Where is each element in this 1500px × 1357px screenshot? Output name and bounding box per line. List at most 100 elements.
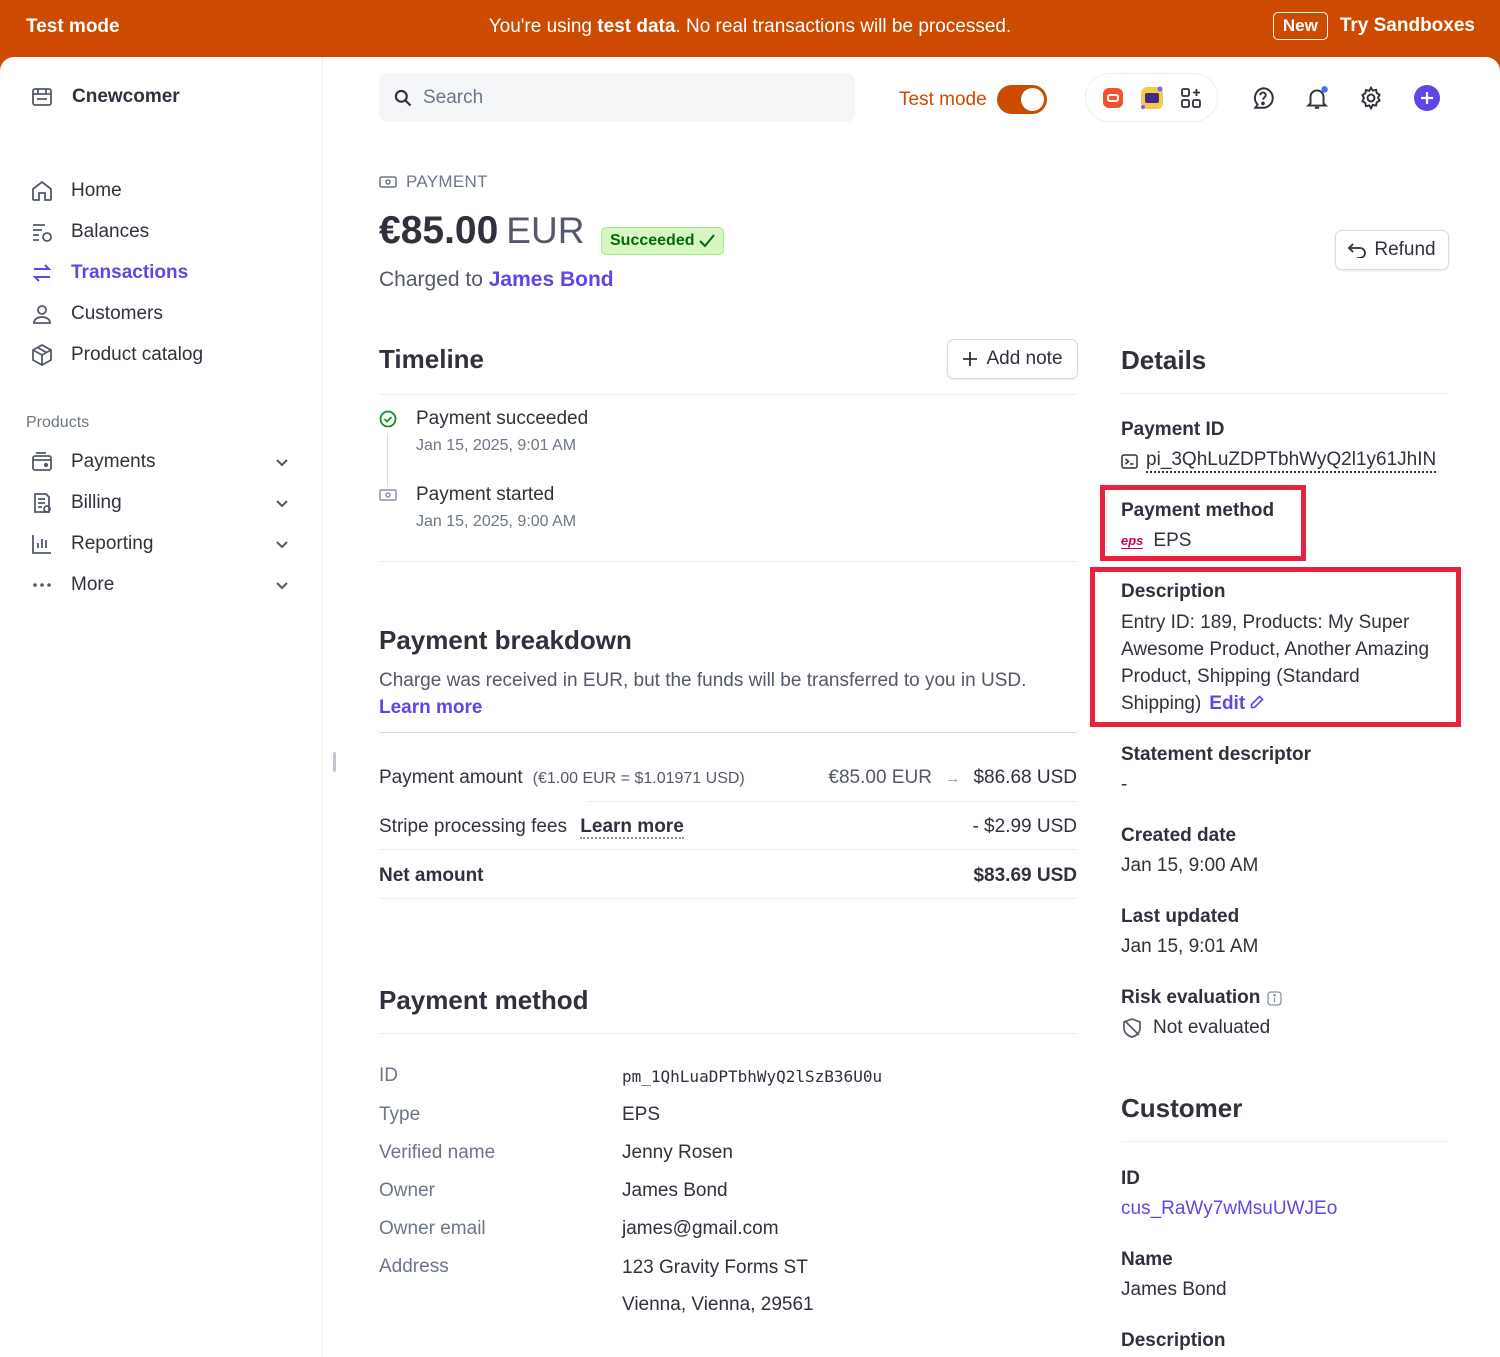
timeline-connector <box>387 433 388 487</box>
ellipsis-icon <box>33 582 51 587</box>
processing-fees-row: Stripe processing fees Learn more - $2.9… <box>379 816 1077 839</box>
app-grid-icon[interactable] <box>1179 86 1203 110</box>
divider <box>586 801 1077 802</box>
store-icon <box>32 88 52 106</box>
pm-owner-value: James Bond <box>622 1180 728 1201</box>
wallet-icon <box>32 451 52 471</box>
customer-description-label: Description <box>1121 1330 1226 1351</box>
charged-to: Charged to James Bond <box>379 268 614 291</box>
divider <box>1121 1141 1449 1142</box>
pm-address-key: Address <box>379 1256 449 1277</box>
new-badge: New <box>1272 12 1328 40</box>
sidebar-item-more[interactable]: More <box>30 564 300 605</box>
search-bar[interactable] <box>379 73 855 122</box>
pm-id-key: ID <box>379 1065 398 1086</box>
sidebar-item-product-catalog[interactable]: Product catalog <box>30 334 300 375</box>
chevron-down-icon <box>276 459 288 467</box>
app-red-icon[interactable] <box>1101 86 1125 110</box>
description-label: Description <box>1121 581 1226 602</box>
shield-slash-icon <box>1123 1018 1141 1038</box>
home-icon <box>32 180 52 201</box>
chevron-down-icon <box>276 541 288 549</box>
payment-method-label: Payment method <box>1121 500 1275 521</box>
customer-title: Customer <box>1121 1093 1243 1123</box>
dashboard: Cnewcomer Home Balances Transactions Cus… <box>0 57 1500 1357</box>
divider <box>1121 393 1449 394</box>
learn-more-link[interactable]: Learn more <box>379 694 1026 721</box>
terminal-icon <box>1121 453 1138 469</box>
sidebar: Cnewcomer Home Balances Transactions Cus… <box>0 57 323 1357</box>
created-date-label: Created date <box>1121 825 1237 846</box>
created-date-value: Jan 15, 9:00 AM <box>1121 855 1259 876</box>
pm-email-value: james@gmail.com <box>622 1218 779 1239</box>
payment-method-title: Payment method <box>379 985 589 1015</box>
breakdown-description: Charge was received in EUR, but the fund… <box>379 667 1026 721</box>
sidebar-item-reporting[interactable]: Reporting <box>30 523 300 564</box>
account-switcher[interactable]: Cnewcomer <box>30 85 180 109</box>
notification-bell-icon[interactable] <box>1304 85 1330 111</box>
pm-type-key: Type <box>379 1104 421 1125</box>
sidebar-item-customers[interactable]: Customers <box>30 293 300 334</box>
customer-link[interactable]: James Bond <box>489 268 614 291</box>
pm-address-line1: 123 Gravity Forms ST <box>622 1257 808 1278</box>
statement-descriptor-value: - <box>1121 774 1128 795</box>
refund-button[interactable]: Refund <box>1335 230 1449 270</box>
risk-evaluation-label: Risk evaluation <box>1121 987 1283 1009</box>
eps-logo: eps <box>1121 532 1144 549</box>
search-icon <box>394 89 412 106</box>
plus-icon <box>963 352 978 366</box>
net-amount-row: Net amount $83.69 USD <box>379 865 1077 886</box>
products-nav: Payments Billing Reporting More <box>30 441 300 605</box>
sidebar-item-balances[interactable]: Balances <box>30 211 300 252</box>
account-name: Cnewcomer <box>72 86 180 107</box>
add-note-button[interactable]: Add note <box>947 339 1078 379</box>
products-section-label: Products <box>26 414 90 431</box>
test-mode-toggle[interactable]: Test mode <box>899 85 1047 114</box>
customer-id-label: ID <box>1121 1168 1140 1189</box>
try-sandboxes-link[interactable]: Try Sandboxes <box>1340 15 1475 37</box>
search-input[interactable] <box>423 86 823 109</box>
refund-icon <box>1348 243 1367 258</box>
payment-id[interactable]: pi_3QhLuZDPTbhWyQ2l1y61JhIN <box>1121 449 1437 473</box>
sidebar-item-payments[interactable]: Payments <box>30 441 300 482</box>
status-badge: Succeeded <box>601 227 725 255</box>
pm-address-line2: Vienna, Vienna, 29561 <box>622 1294 814 1315</box>
divider <box>379 394 1077 395</box>
apps-group <box>1085 73 1218 122</box>
customer-name-label: Name <box>1121 1249 1173 1270</box>
customer-id-link[interactable]: cus_RaWy7wMsuUWJEo <box>1121 1198 1337 1220</box>
box-icon <box>32 343 52 366</box>
fees-learn-more-link[interactable]: Learn more <box>580 816 684 839</box>
payment-amount-row: Payment amount (€1.00 EUR = $1.01971 USD)… <box>379 767 1077 788</box>
payment-icon <box>379 489 397 501</box>
try-sandboxes[interactable]: New Try Sandboxes <box>1272 12 1475 40</box>
description-value: Entry ID: 189, Products: My Super Awesom… <box>1121 612 1430 714</box>
pencil-icon <box>1251 695 1265 709</box>
sidebar-item-transactions[interactable]: Transactions <box>30 252 300 293</box>
details-title: Details <box>1121 345 1207 375</box>
chevron-down-icon <box>276 582 288 590</box>
statement-descriptor-label: Statement descriptor <box>1121 744 1312 765</box>
gear-icon[interactable] <box>1358 85 1384 111</box>
last-updated-label: Last updated <box>1121 906 1240 927</box>
pm-email-key: Owner email <box>379 1218 486 1239</box>
test-mode-label: Test mode <box>899 88 987 110</box>
sidebar-resize-handle[interactable] <box>333 752 336 772</box>
edit-description-link[interactable]: Edit <box>1209 693 1265 714</box>
chevron-down-icon <box>276 500 288 508</box>
test-mode-switch[interactable] <box>996 85 1047 114</box>
app-sparkle-icon[interactable] <box>1138 84 1166 112</box>
help-icon[interactable] <box>1250 85 1276 111</box>
payment-breakdown-title: Payment breakdown <box>379 625 632 655</box>
payment-icon <box>379 176 397 188</box>
success-circle-icon <box>379 410 397 428</box>
sidebar-item-home[interactable]: Home <box>30 170 300 211</box>
breadcrumb: PAYMENT <box>379 172 488 192</box>
add-icon[interactable] <box>1414 85 1440 111</box>
chart-icon <box>32 534 51 554</box>
test-mode-banner: Test mode You're using test data. No rea… <box>0 0 1500 57</box>
info-icon[interactable] <box>1267 990 1283 1006</box>
divider <box>379 561 1077 562</box>
sidebar-item-billing[interactable]: Billing <box>30 482 300 523</box>
customer-name-value: James Bond <box>1121 1279 1227 1300</box>
